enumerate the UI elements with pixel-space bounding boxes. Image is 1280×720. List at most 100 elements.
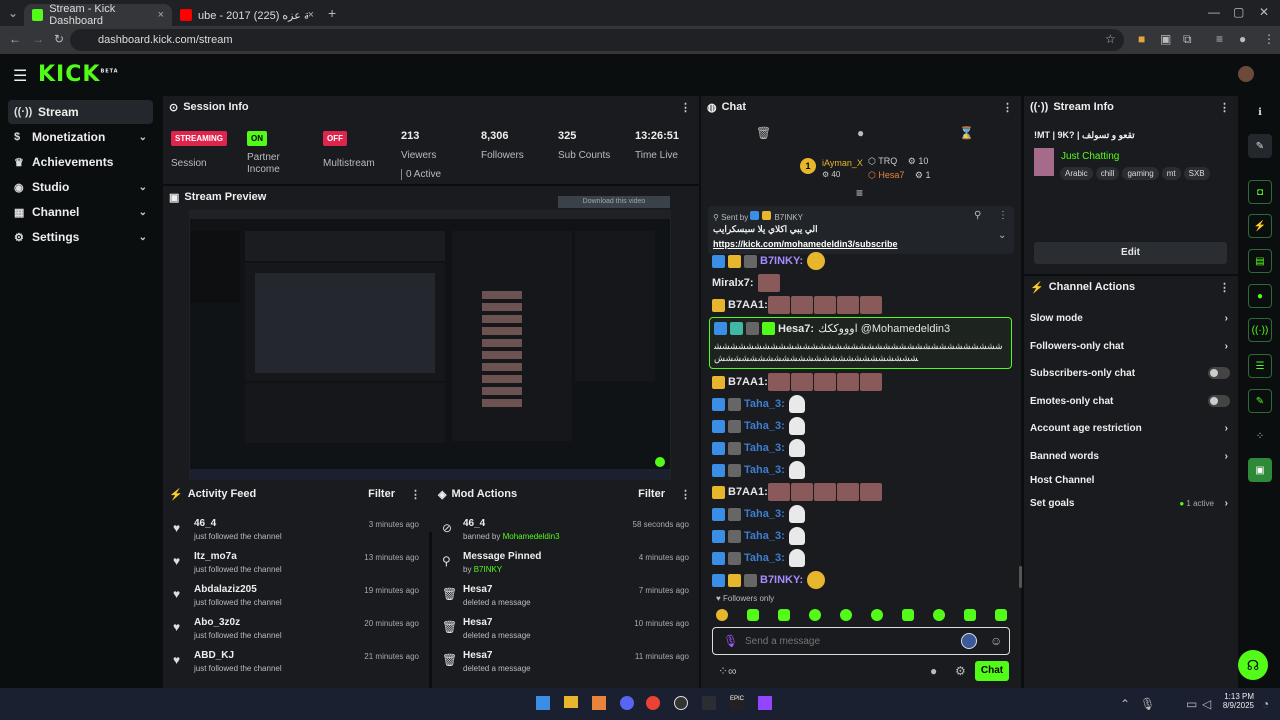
tab-youtube[interactable]: ube - 2017 شبلة عزه (225) × xyxy=(172,4,322,26)
minimize-icon[interactable]: — xyxy=(1208,5,1220,19)
item-name[interactable]: Itz_mo7a xyxy=(194,551,237,562)
steam-icon[interactable] xyxy=(702,696,716,710)
chat-username[interactable]: B7INKY: xyxy=(760,255,803,267)
chat-settings-bubble-icon[interactable]: ● xyxy=(930,664,937,678)
new-tab-icon[interactable]: + xyxy=(328,5,336,21)
forward-icon[interactable]: → xyxy=(32,32,44,46)
banned-words-action[interactable]: Banned words › xyxy=(1030,446,1232,466)
extension-icon[interactable]: ▣ xyxy=(1160,32,1171,46)
more-options-icon[interactable]: ⋮ xyxy=(680,101,691,114)
item-user[interactable]: B7INKY xyxy=(474,565,502,574)
slow-mode-action[interactable]: Slow mode › xyxy=(1030,308,1232,328)
notifications-icon[interactable]: ◔ xyxy=(1262,697,1269,711)
tag[interactable]: Arabic xyxy=(1060,167,1093,180)
apps-icon[interactable]: ⁘ xyxy=(1248,424,1272,448)
chat-username[interactable]: Miralx7: xyxy=(712,277,754,289)
chat-username[interactable]: Taha_3: xyxy=(744,552,785,564)
broadcast-icon[interactable]: ((·)) xyxy=(1248,318,1272,342)
emote-icon[interactable] xyxy=(871,609,883,621)
camera-icon[interactable]: ◘ xyxy=(1248,180,1272,204)
chat-username[interactable]: Taha_3: xyxy=(744,464,785,476)
obs-icon[interactable] xyxy=(674,696,688,710)
gear-icon[interactable]: ⚙ xyxy=(955,664,966,678)
hamburger-menu-icon[interactable]: ☰ xyxy=(13,66,27,86)
chat-username[interactable]: Taha_3: xyxy=(744,398,785,410)
chat-username[interactable]: Taha_3: xyxy=(744,442,785,454)
sidebar-item-settings[interactable]: ⚙ Settings ⌄ xyxy=(8,225,153,249)
emote-icon[interactable] xyxy=(933,609,945,621)
window-close-icon[interactable]: ✕ xyxy=(1259,5,1269,19)
emote-icon[interactable] xyxy=(716,609,728,621)
tag[interactable]: gaming xyxy=(1122,167,1159,180)
emote-icon[interactable] xyxy=(840,609,852,621)
item-name[interactable]: 46_4 xyxy=(194,518,216,529)
extension-icon[interactable]: ■ xyxy=(1138,32,1145,46)
discord-icon[interactable] xyxy=(620,696,634,710)
kick-logo[interactable]: KICKBETA xyxy=(38,62,119,87)
emote-icon[interactable] xyxy=(809,609,821,621)
emote-icon[interactable] xyxy=(995,609,1007,621)
bolt-icon[interactable]: ⚡ xyxy=(1248,214,1272,238)
menu-icon[interactable]: ⋮ xyxy=(1263,32,1275,46)
emote-icon[interactable] xyxy=(964,609,976,621)
sidebar-item-monetization[interactable]: $ Monetization ⌄ xyxy=(8,125,153,149)
category-link[interactable]: Just Chatting xyxy=(1061,151,1119,162)
unpin-icon[interactable]: ⚲ xyxy=(974,210,981,221)
account-age-action[interactable]: Account age restriction › xyxy=(1030,418,1232,438)
tag[interactable]: mt xyxy=(1161,167,1181,180)
sidebar-item-achievements[interactable]: ♛ Achievements xyxy=(8,150,153,174)
emotes-only-toggle[interactable] xyxy=(1208,395,1230,407)
list-icon[interactable]: ☰ xyxy=(1248,354,1272,378)
close-icon[interactable]: × xyxy=(308,9,314,21)
more-options-icon[interactable]: ⋮ xyxy=(1002,101,1013,114)
back-icon[interactable]: ← xyxy=(9,32,21,46)
chat-scrollbar[interactable] xyxy=(1019,566,1022,588)
item-name[interactable]: Abo_3z0z xyxy=(194,617,240,628)
edit-button[interactable]: Edit xyxy=(1034,242,1227,264)
note-icon[interactable]: ▤ xyxy=(1248,249,1272,273)
message-field[interactable] xyxy=(745,633,955,649)
chat-username[interactable]: B7INKY: xyxy=(760,574,803,586)
tag[interactable]: chill xyxy=(1095,167,1120,180)
tray-chevron-up-icon[interactable]: ⌃ xyxy=(1120,697,1130,711)
chrome-icon[interactable] xyxy=(646,696,660,710)
leaderboard-name[interactable]: iAyman_X xyxy=(822,158,863,168)
item-user[interactable]: Mohamedeldin3 xyxy=(503,532,560,541)
chat-username[interactable]: B7AA1: xyxy=(728,486,768,498)
volume-icon[interactable]: ◁ xyxy=(1202,697,1211,711)
tab-search-icon[interactable]: ⌄ xyxy=(8,6,18,20)
sidebar-item-studio[interactable]: ◉ Studio ⌄ xyxy=(8,175,153,199)
network-icon[interactable]: ▭ xyxy=(1186,697,1197,711)
epic-games-icon[interactable]: EPIC xyxy=(730,696,744,710)
pinned-link[interactable]: https://kick.com/mohamedeldin3/subscribe xyxy=(713,239,898,249)
info-icon[interactable]: ℹ xyxy=(1248,100,1272,124)
more-options-icon[interactable]: ⋮ xyxy=(998,210,1008,221)
host-channel-action[interactable]: Host Channel xyxy=(1030,470,1232,490)
maximize-icon[interactable]: ▢ xyxy=(1233,5,1244,19)
chat-username[interactable]: B7AA1: xyxy=(728,376,768,388)
filter-button[interactable]: Filter xyxy=(368,488,395,500)
more-options-icon[interactable]: ⋮ xyxy=(410,488,421,501)
add-widget-icon[interactable]: ▣ xyxy=(1248,458,1272,482)
app-icon[interactable] xyxy=(592,696,606,710)
chat-username[interactable]: Taha_3: xyxy=(744,420,785,432)
leaderboard-item[interactable]: ⬡ TRQ ⚙ 10 xyxy=(868,156,928,167)
chevron-down-icon[interactable]: ⌄ xyxy=(998,230,1006,241)
emoji-icon[interactable]: ☺ xyxy=(990,634,1002,648)
set-goals-action[interactable]: Set goals ● 1 active › xyxy=(1030,493,1232,513)
windows-start-icon[interactable] xyxy=(536,696,550,710)
sidebar-item-stream[interactable]: ((·)) Stream xyxy=(8,100,153,124)
video-player[interactable] xyxy=(189,210,671,480)
item-name[interactable]: Hesa7 xyxy=(463,584,492,595)
chat-input[interactable]: 🎙 ☺ xyxy=(712,627,1010,655)
chat-username[interactable]: Taha_3: xyxy=(744,508,785,520)
item-name[interactable]: 46_4 xyxy=(463,518,485,529)
microphone-icon[interactable]: 🎙 xyxy=(723,634,738,648)
hourglass-icon[interactable]: ⌛ xyxy=(959,126,974,140)
bookmark-star-icon[interactable]: ☆ xyxy=(1105,32,1116,46)
sidebar-item-channel[interactable]: ▦ Channel ⌄ xyxy=(8,200,153,224)
more-options-icon[interactable]: ⋮ xyxy=(680,488,691,501)
emote-icon[interactable] xyxy=(902,609,914,621)
download-video-button[interactable]: Download this video xyxy=(558,196,670,208)
item-name[interactable]: Hesa7 xyxy=(463,617,492,628)
